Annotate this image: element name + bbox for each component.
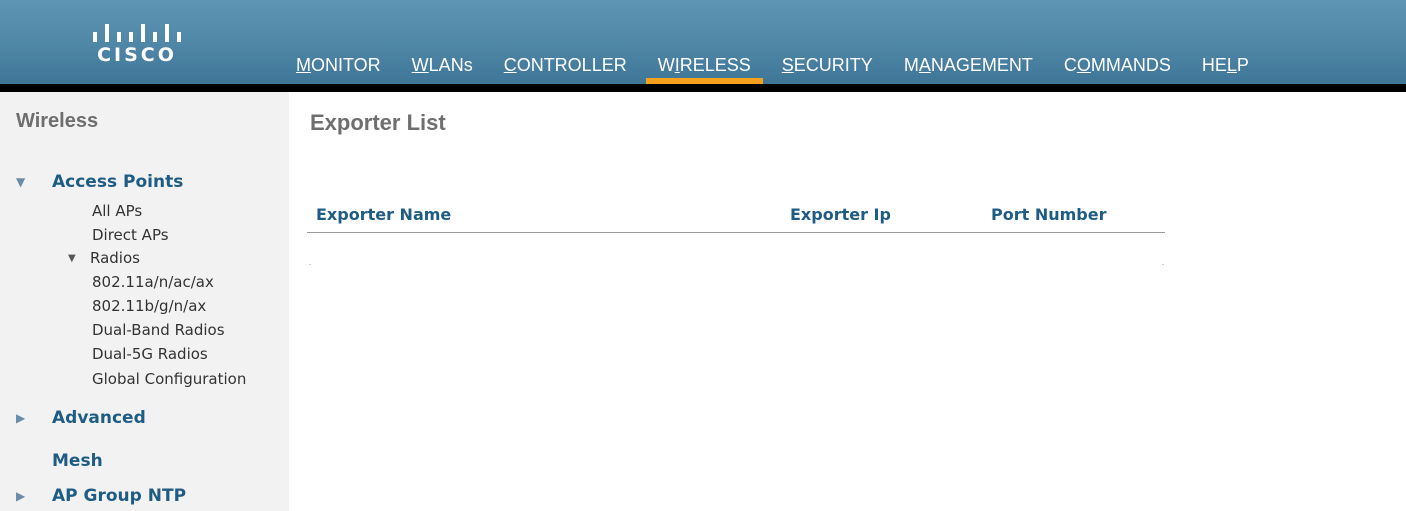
- sidebar-item-dual-5g[interactable]: Dual-5G Radios: [92, 345, 208, 363]
- sidebar-item-global-config[interactable]: Global Configuration: [92, 370, 246, 388]
- main-nav: MONITOR WLANs CONTROLLER WIRELESS SECURI…: [296, 52, 1280, 84]
- empty-row-marker: [1162, 264, 1164, 265]
- sidebar-item-access-points[interactable]: ▼ Access Points: [16, 172, 183, 192]
- expanded-small-triangle-icon: ▼: [68, 252, 76, 264]
- cisco-bars-icon: [93, 24, 181, 42]
- exporter-table-header: Exporter Name Exporter Ip Port Number: [307, 202, 1165, 233]
- nav-controller[interactable]: CONTROLLER: [504, 52, 627, 84]
- sidebar: Wireless ▼ Access Points All APs Direct …: [0, 92, 289, 511]
- sidebar-item-ap-group-ntp[interactable]: ▶ AP Group NTP: [16, 486, 186, 506]
- nav-monitor[interactable]: MONITOR: [296, 52, 381, 84]
- header-divider: [0, 84, 1406, 92]
- column-header-exporter-name[interactable]: Exporter Name: [316, 205, 451, 224]
- expanded-triangle-icon: ▼: [16, 175, 26, 189]
- nav-commands[interactable]: COMMANDS: [1064, 52, 1171, 84]
- nav-security[interactable]: SECURITY: [782, 52, 873, 84]
- sidebar-title: Wireless: [16, 110, 99, 132]
- sidebar-item-all-aps[interactable]: All APs: [92, 202, 142, 220]
- sidebar-item-radio-b[interactable]: 802.11b/g/n/ax: [92, 297, 206, 315]
- sidebar-item-dual-band[interactable]: Dual-Band Radios: [92, 321, 225, 339]
- column-header-port-number[interactable]: Port Number: [991, 205, 1106, 224]
- logo-text: CISCO: [97, 44, 177, 66]
- sidebar-item-advanced[interactable]: ▶ Advanced: [16, 408, 146, 428]
- empty-row-marker: [309, 264, 311, 265]
- cisco-logo[interactable]: CISCO: [82, 14, 192, 80]
- sidebar-item-label: AP Group NTP: [52, 486, 187, 506]
- collapsed-triangle-icon: ▶: [16, 411, 26, 425]
- page-title: Exporter List: [310, 110, 446, 135]
- collapsed-triangle-icon: ▶: [16, 489, 26, 503]
- nav-wlans[interactable]: WLANs: [412, 52, 473, 84]
- nav-help[interactable]: HELP: [1202, 52, 1249, 84]
- sidebar-item-label: Advanced: [52, 408, 146, 428]
- sidebar-item-radios[interactable]: ▼ Radios: [68, 249, 140, 267]
- sidebar-item-direct-aps[interactable]: Direct APs: [92, 226, 169, 244]
- top-header-bar: CISCO MONITOR WLANs CONTROLLER WIRELESS …: [0, 0, 1406, 84]
- sidebar-item-radios-label: Radios: [90, 249, 140, 267]
- sidebar-item-mesh[interactable]: Mesh: [16, 451, 103, 471]
- nav-wireless[interactable]: WIRELESS: [645, 52, 763, 84]
- nav-management[interactable]: MANAGEMENT: [904, 52, 1033, 84]
- column-header-exporter-ip[interactable]: Exporter Ip: [790, 205, 891, 224]
- sidebar-item-label: Mesh: [52, 451, 103, 471]
- sidebar-item-label: Access Points: [52, 172, 184, 192]
- sidebar-item-radio-a[interactable]: 802.11a/n/ac/ax: [92, 273, 214, 291]
